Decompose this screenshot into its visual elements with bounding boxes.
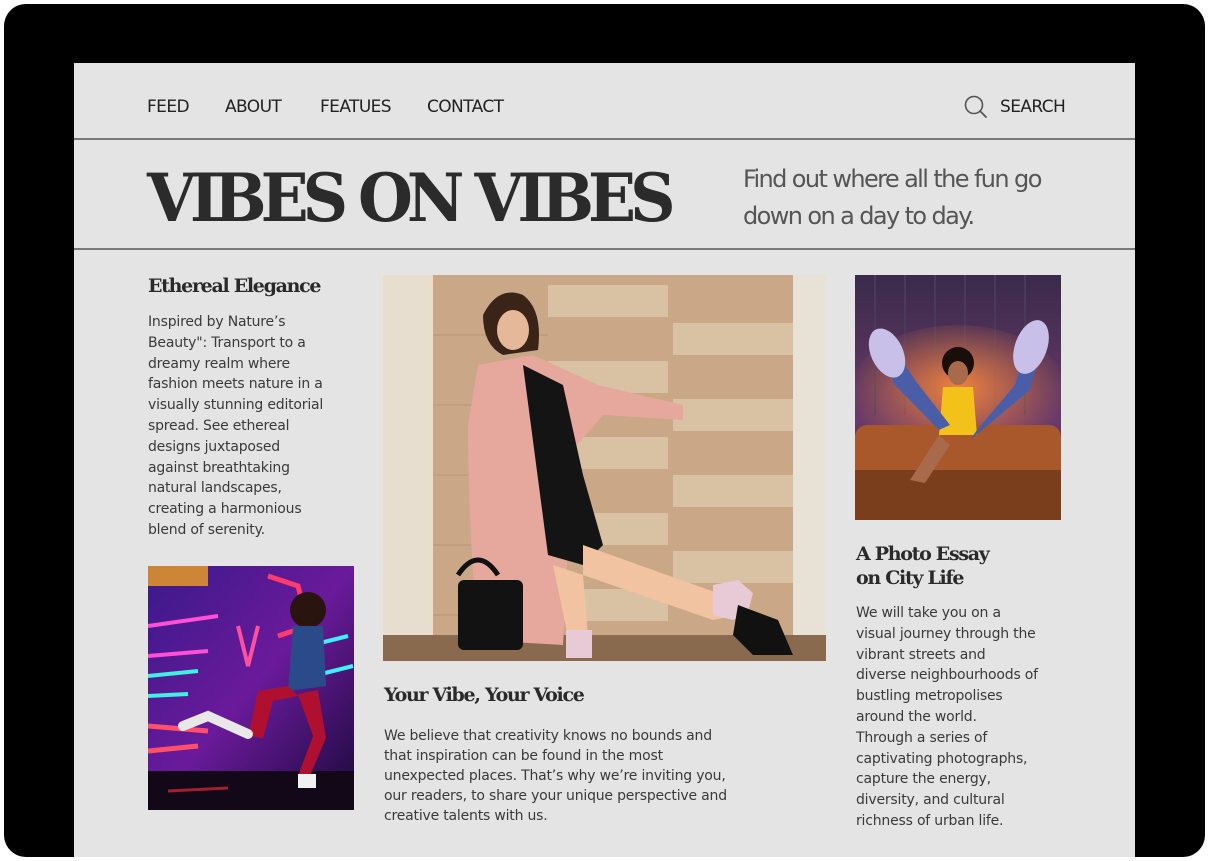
body-line: Beauty": Transport to a [148,334,306,351]
body-line: We will take you on a [856,605,1001,621]
body-line: dreamy realm where [148,355,290,372]
body-line: designs juxtaposed [148,438,280,455]
nav-contact[interactable]: CONTACT [427,97,504,117]
body-line: Inspired by Nature’s [148,314,286,330]
tagline-line: down on a day to day. [743,202,975,230]
article-body-your-vibe: We believe that creativity knows no boun… [384,726,754,826]
article-title-ethereal[interactable]: Ethereal Elegance [148,274,321,298]
nav-features[interactable]: FEATUES [320,97,392,117]
body-line: diversity, and cultural [856,792,1005,809]
search-icon [964,95,987,118]
body-line: natural landscapes, [148,480,282,497]
body-line: blend of serenity. [148,521,265,538]
pink-coat-model-photo[interactable] [383,275,826,661]
article-title-city-life[interactable]: A Photo Essay on City Life [856,542,990,590]
neon-dancer-photo[interactable] [148,566,354,810]
top-nav: FEED ABOUT FEATUES CONTACT SEARCH [74,63,1135,140]
body-line: creative talents with us. [384,808,548,824]
article-title-line: on City Life [856,567,964,589]
body-line: around the world. [856,708,977,725]
body-line: spread. See ethereal [148,417,290,434]
site-title: VIBES ON VIBES [147,159,676,237]
article-title-your-vibe[interactable]: Your Vibe, Your Voice [384,683,585,707]
body-line: capture the energy, [856,771,991,788]
body-line: visual journey through the [856,625,1036,642]
search-label: SEARCH [1000,97,1066,117]
tagline: Find out where all the fun go down on a … [743,161,1073,235]
body-line: unexpected places. That’s why we’re invi… [384,768,726,784]
tagline-line: Find out where all the fun go [743,165,1042,193]
tablet-frame: FEED ABOUT FEATUES CONTACT SEARCH VIBES … [4,4,1205,857]
body-line: our readers, to share your unique perspe… [384,788,727,804]
body-line: richness of urban life. [856,812,1004,829]
article-body-ethereal: Inspired by Nature’s Beauty": Transport t… [148,312,348,541]
screen: FEED ABOUT FEATUES CONTACT SEARCH VIBES … [74,63,1135,857]
couch-jump-photo[interactable] [855,275,1061,520]
article-title-line: A Photo Essay [856,543,990,565]
body-line: bustling metropolises [856,688,1003,705]
body-line: that inspiration can be found in the mos… [384,748,663,764]
masthead: VIBES ON VIBES Find out where all the fu… [74,142,1135,250]
article-body-city-life: We will take you on a visual journey thro… [856,603,1056,832]
body-line: Through a series of [856,729,988,746]
nav-feed[interactable]: FEED [147,97,190,117]
body-line: visually stunning editorial [148,397,324,414]
nav-about[interactable]: ABOUT [225,97,282,117]
body-line: against breathtaking [148,459,290,476]
body-line: We believe that creativity knows no boun… [384,728,712,744]
body-line: vibrant streets and [856,646,986,663]
body-line: creating a harmonious [148,501,302,518]
body-line: fashion meets nature in a [148,376,323,393]
body-line: captivating photographs, [856,750,1028,767]
body-line: diverse neighbourhoods of [856,667,1038,684]
